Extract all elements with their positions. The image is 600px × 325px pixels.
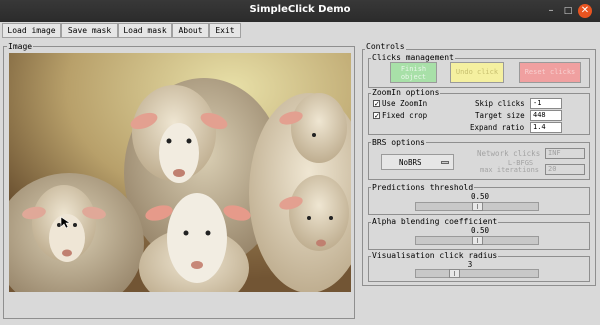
dropdown-indicator-icon [441, 161, 449, 164]
menu-bar: Load image Save mask Load mask About Exi… [0, 22, 600, 39]
brs-label: BRS options [371, 138, 426, 147]
undo-click-button[interactable]: Undo click [450, 62, 504, 83]
expand-ratio-label: Expand ratio [470, 123, 525, 132]
save-mask-button[interactable]: Save mask [61, 23, 118, 38]
image-panel-label: Image [7, 42, 34, 51]
use-zoomin-checkbox[interactable]: ✓ [373, 100, 380, 108]
use-zoomin-label: Use ZoomIn [382, 99, 428, 108]
brs-mode-value: NoBRS [399, 158, 422, 167]
skip-clicks-input[interactable]: -1 [530, 98, 562, 109]
finish-object-label-1: Finish [400, 65, 427, 73]
sheep-photo [9, 53, 351, 292]
click-radius-slider[interactable] [415, 269, 539, 278]
window-title: SimpleClick Demo [249, 4, 351, 15]
zoomin-label: ZoomIn options [371, 88, 441, 97]
finish-object-button[interactable]: Finish object [390, 62, 437, 83]
click-radius-thumb[interactable] [449, 269, 460, 278]
image-canvas[interactable] [9, 53, 351, 292]
alpha-blending-slider[interactable] [415, 236, 539, 245]
clicks-management-label: Clicks management [371, 53, 455, 62]
lbfgs-label-2: max iterations [480, 166, 540, 174]
predictions-threshold-thumb[interactable] [472, 202, 483, 211]
click-radius-value: 3 [467, 260, 473, 269]
predictions-threshold-value: 0.50 [470, 192, 490, 201]
finish-object-label-2: object [400, 73, 427, 81]
target-size-input[interactable]: 448 [530, 110, 562, 121]
close-icon[interactable]: ✕ [578, 4, 592, 18]
title-bar: SimpleClick Demo – □ ✕ [0, 0, 600, 22]
skip-clicks-label: Skip clicks [475, 99, 525, 108]
maximize-icon[interactable]: □ [562, 5, 574, 17]
predictions-threshold-label: Predictions threshold [371, 183, 475, 192]
lbfgs-label: L-BFGS max iterations [480, 160, 539, 174]
controls-panel-label: Controls [365, 42, 406, 51]
click-radius-label: Visualisation click radius [371, 251, 499, 260]
alpha-blending-value: 0.50 [470, 226, 490, 235]
alpha-blending-thumb[interactable] [472, 236, 483, 245]
reset-clicks-button[interactable]: Reset clicks [519, 62, 581, 83]
about-button[interactable]: About [172, 23, 209, 38]
expand-ratio-input[interactable]: 1.4 [530, 122, 562, 133]
target-size-label: Target size [475, 111, 525, 120]
alpha-blending-label: Alpha blending coefficient [371, 217, 499, 226]
minimize-icon[interactable]: – [545, 5, 557, 17]
brs-mode-select[interactable]: NoBRS [381, 154, 454, 170]
fixed-crop-checkbox[interactable]: ✓ [373, 112, 380, 120]
fixed-crop-label: Fixed crop [382, 111, 428, 120]
load-mask-button[interactable]: Load mask [118, 23, 172, 38]
load-image-button[interactable]: Load image [2, 23, 61, 38]
network-clicks-label: Network clicks [477, 149, 541, 158]
lbfgs-input[interactable]: 20 [545, 164, 585, 175]
predictions-threshold-slider[interactable] [415, 202, 539, 211]
network-clicks-input[interactable]: INF [545, 148, 585, 159]
exit-button[interactable]: Exit [209, 23, 241, 38]
